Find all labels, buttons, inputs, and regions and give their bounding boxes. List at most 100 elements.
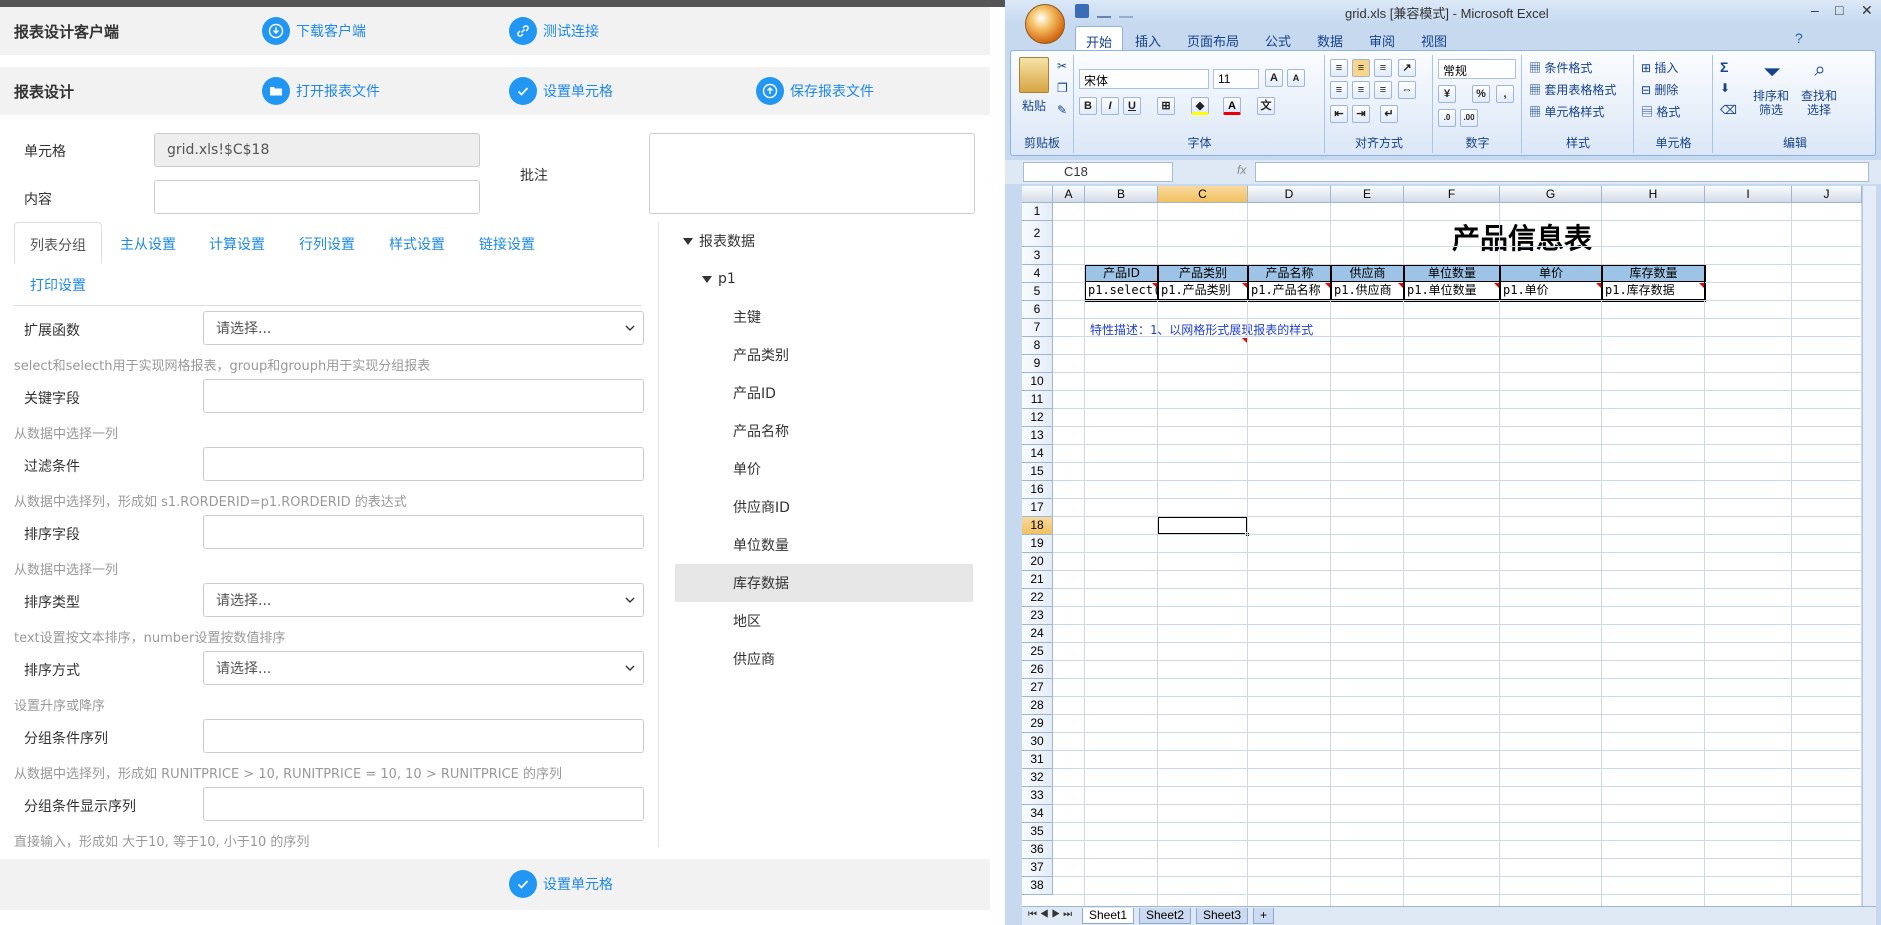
table-value-cell[interactable]: p1.单价: [1500, 282, 1602, 300]
filter-input[interactable]: [203, 447, 644, 481]
increase-decimal-icon[interactable]: .0: [1438, 109, 1456, 127]
orientation-icon[interactable]: ↗: [1398, 59, 1416, 77]
close-icon[interactable]: ✕: [1861, 2, 1873, 19]
underline-icon[interactable]: U: [1123, 97, 1141, 115]
tree-leaf[interactable]: 主键: [675, 298, 973, 336]
wrap-text-icon[interactable]: ↵: [1380, 105, 1398, 123]
tab-link[interactable]: 链接设置: [479, 234, 535, 254]
cell-styles-button[interactable]: ▦ 单元格样式: [1529, 103, 1604, 120]
save-icon[interactable]: [1075, 4, 1089, 18]
select-all-corner[interactable]: [1022, 186, 1053, 203]
table-value-cell[interactable]: p1.select(p: [1085, 282, 1158, 300]
tab-style[interactable]: 样式设置: [389, 234, 445, 254]
table-value-cell[interactable]: p1.产品类别: [1158, 282, 1248, 300]
font-size-box[interactable]: 11: [1213, 69, 1259, 89]
table-header-cell[interactable]: 单位数量: [1404, 265, 1500, 282]
format-cells-button[interactable]: ▤ 格式: [1641, 103, 1680, 120]
row-header[interactable]: 14: [1022, 445, 1053, 463]
sort-order-select[interactable]: 请选择...: [203, 651, 644, 685]
find-icon[interactable]: ⌕: [1806, 59, 1834, 85]
row-header[interactable]: 21: [1022, 571, 1053, 589]
fill-icon[interactable]: ⬇: [1720, 81, 1730, 95]
row-header[interactable]: 7: [1022, 319, 1053, 337]
ribbon-tab-data[interactable]: 数据: [1317, 31, 1343, 50]
column-header[interactable]: I: [1705, 186, 1792, 203]
ribbon-tab-home[interactable]: 开始: [1075, 26, 1124, 52]
ribbon-tab-page-layout[interactable]: 页面布局: [1187, 31, 1239, 50]
currency-icon[interactable]: ¥: [1438, 85, 1456, 103]
ribbon-tab-view[interactable]: 视图: [1421, 31, 1447, 50]
worksheet-grid[interactable]: 产品信息表 特性描述：1、以网格形式展现报表的样式 ABCDEFGHIJ1234…: [1022, 186, 1862, 906]
bold-icon[interactable]: B: [1079, 97, 1097, 115]
row-header[interactable]: 28: [1022, 697, 1053, 715]
table-header-cell[interactable]: 库存数量: [1602, 265, 1705, 282]
tab-master-detail[interactable]: 主从设置: [120, 234, 176, 254]
column-header[interactable]: J: [1792, 186, 1862, 203]
tree-leaf-selected[interactable]: 库存数据: [675, 564, 973, 602]
download-client-button[interactable]: 下载客户端: [262, 17, 366, 45]
column-header[interactable]: A: [1053, 186, 1085, 203]
cut-icon[interactable]: ✂: [1057, 59, 1067, 73]
row-header[interactable]: 34: [1022, 805, 1053, 823]
sheet-tab-1[interactable]: Sheet1: [1082, 908, 1135, 924]
new-sheet-icon[interactable]: +: [1253, 908, 1275, 924]
italic-icon[interactable]: I: [1101, 97, 1119, 115]
column-header[interactable]: E: [1331, 186, 1404, 203]
merge-center-icon[interactable]: ⇔: [1398, 81, 1416, 99]
row-header[interactable]: 8: [1022, 337, 1053, 355]
extend-function-select[interactable]: 请选择...: [203, 311, 644, 345]
minimize-icon[interactable]: –: [1811, 2, 1819, 18]
tab-list-group[interactable]: 列表分组: [14, 222, 102, 264]
percent-icon[interactable]: %: [1472, 85, 1490, 103]
format-as-table-button[interactable]: ▦ 套用表格格式: [1529, 81, 1616, 98]
row-header[interactable]: 38: [1022, 877, 1053, 895]
row-header[interactable]: 30: [1022, 733, 1053, 751]
note-field[interactable]: [649, 133, 975, 214]
table-value-cell[interactable]: p1.供应商: [1331, 282, 1404, 300]
row-header[interactable]: 31: [1022, 751, 1053, 769]
comma-icon[interactable]: ,: [1496, 85, 1514, 103]
align-right-icon[interactable]: ≡: [1374, 81, 1392, 99]
row-header[interactable]: 37: [1022, 859, 1053, 877]
tree-leaf[interactable]: 供应商: [675, 640, 973, 678]
row-header[interactable]: 11: [1022, 391, 1053, 409]
row-header[interactable]: 9: [1022, 355, 1053, 373]
row-header[interactable]: 6: [1022, 301, 1053, 319]
vertical-scrollbar[interactable]: [1862, 186, 1876, 906]
tree-leaf[interactable]: 产品类别: [675, 336, 973, 374]
column-header[interactable]: B: [1085, 186, 1158, 203]
tab-print[interactable]: 打印设置: [30, 275, 86, 295]
tree-leaf[interactable]: 产品ID: [675, 374, 973, 412]
fill-color-icon[interactable]: ◆: [1191, 97, 1209, 115]
sheet-nav-icon[interactable]: ⏮ ◀ ▶ ⏭: [1028, 909, 1072, 920]
paste-icon[interactable]: [1019, 57, 1049, 93]
help-icon[interactable]: ?: [1795, 30, 1803, 46]
row-header[interactable]: 3: [1022, 247, 1053, 265]
ribbon-tab-review[interactable]: 审阅: [1369, 31, 1395, 50]
align-top-icon[interactable]: ≡: [1330, 59, 1348, 77]
ribbon-tab-insert[interactable]: 插入: [1135, 31, 1161, 50]
align-middle-icon[interactable]: ≡: [1352, 59, 1370, 77]
set-cell-button-bottom[interactable]: 设置单元格: [509, 870, 613, 898]
number-format-box[interactable]: 常规: [1438, 59, 1516, 79]
row-header[interactable]: 12: [1022, 409, 1053, 427]
column-header[interactable]: F: [1404, 186, 1500, 203]
active-cell-c18[interactable]: [1157, 516, 1250, 537]
table-header-cell[interactable]: 产品名称: [1248, 265, 1331, 282]
row-header[interactable]: 4: [1022, 265, 1053, 283]
row-header[interactable]: 19: [1022, 535, 1053, 553]
row-header[interactable]: 32: [1022, 769, 1053, 787]
tree-leaf[interactable]: 产品名称: [675, 412, 973, 450]
border-icon[interactable]: ⊞: [1157, 97, 1175, 115]
phonetic-icon[interactable]: 文: [1257, 97, 1275, 115]
delete-cells-button[interactable]: ⊟ 删除: [1641, 81, 1678, 98]
font-color-icon[interactable]: A: [1223, 97, 1241, 115]
row-header[interactable]: 15: [1022, 463, 1053, 481]
sheet-tab-3[interactable]: Sheet3: [1196, 908, 1249, 924]
table-value-cell[interactable]: p1.库存数据: [1602, 282, 1705, 300]
row-header[interactable]: 5: [1022, 283, 1053, 301]
row-header[interactable]: 17: [1022, 499, 1053, 517]
tree-root[interactable]: 报表数据: [675, 222, 973, 260]
align-center-icon[interactable]: ≡: [1352, 81, 1370, 99]
tree-leaf[interactable]: 单位数量: [675, 526, 973, 564]
